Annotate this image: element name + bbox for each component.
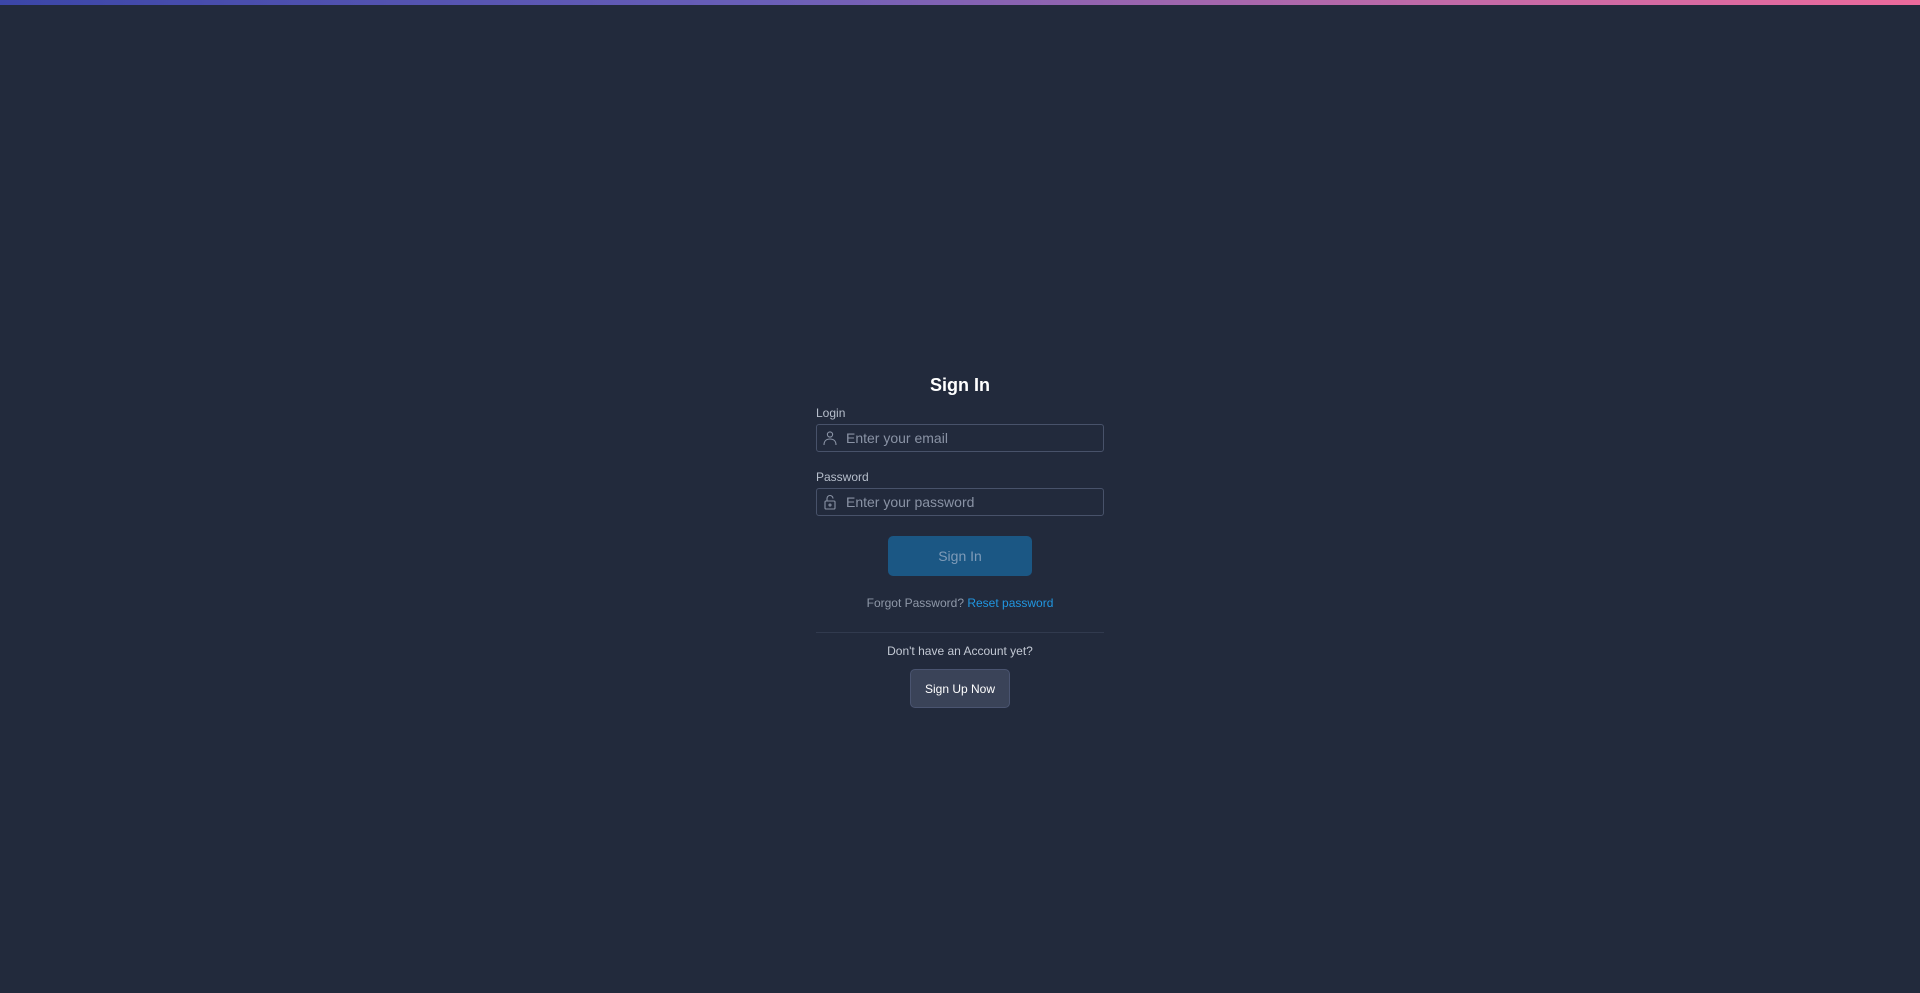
password-label: Password (816, 470, 869, 484)
lock-icon (822, 494, 838, 510)
email-input[interactable] (846, 425, 1096, 451)
password-field[interactable] (816, 488, 1104, 516)
no-account-text: Don't have an Account yet? (887, 644, 1033, 658)
reset-password-link[interactable]: Reset password (967, 596, 1053, 610)
divider (816, 632, 1104, 633)
sign-up-button[interactable]: Sign Up Now (910, 669, 1010, 708)
user-icon (822, 430, 838, 446)
sign-in-form: Sign In Login Password Sign In Forgot Pa… (816, 372, 1104, 708)
login-field[interactable] (816, 424, 1104, 452)
sign-in-button[interactable]: Sign In (888, 536, 1032, 576)
password-input[interactable] (846, 489, 1096, 515)
login-label: Login (816, 406, 846, 420)
page-title: Sign In (930, 375, 990, 395)
top-gradient-bar (0, 0, 1920, 5)
forgot-password-row: Forgot Password? Reset password (816, 596, 1104, 610)
forgot-password-text: Forgot Password? (866, 596, 964, 610)
